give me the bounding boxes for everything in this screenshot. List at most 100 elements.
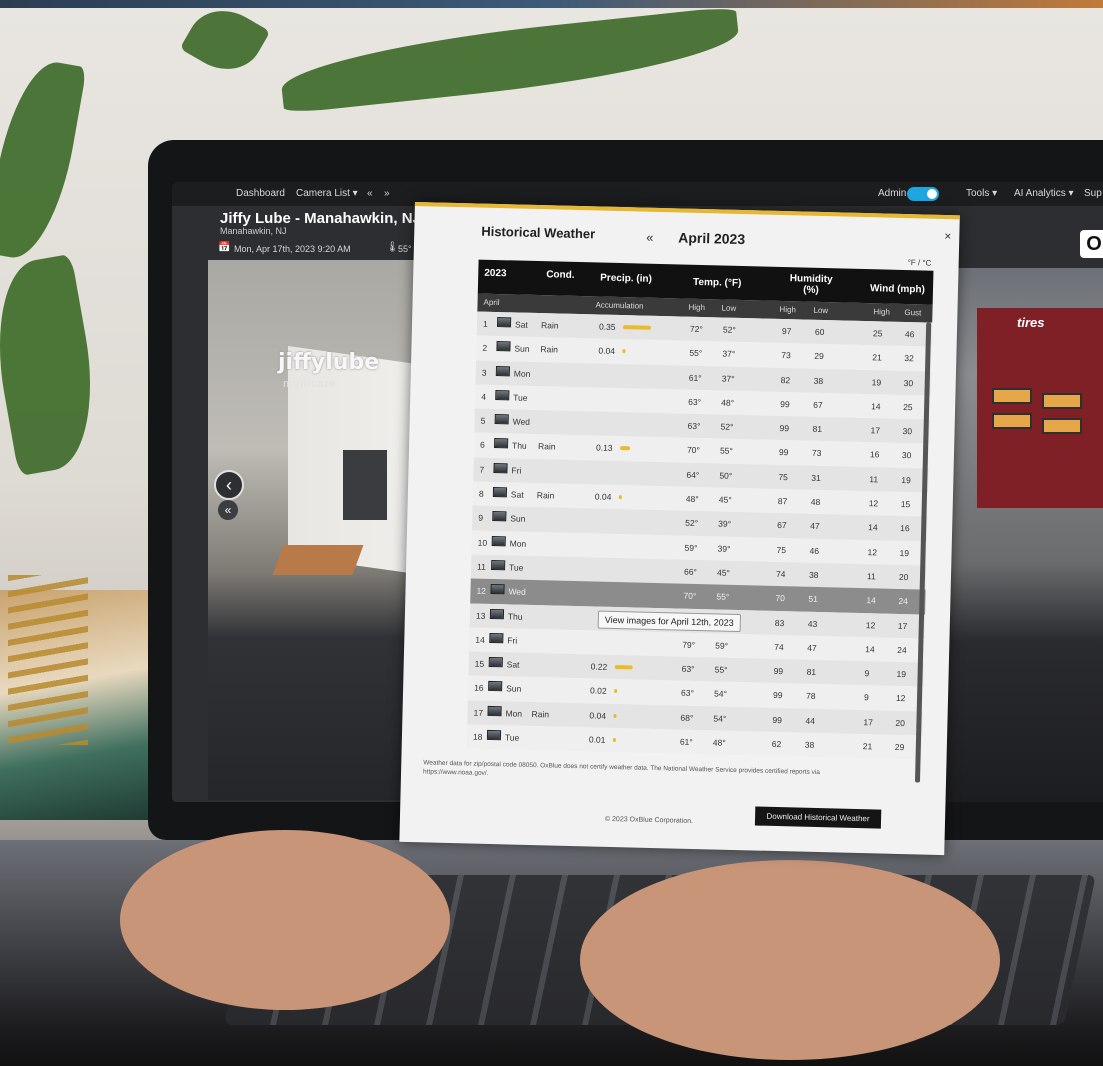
cell-thigh: 70° bbox=[686, 445, 700, 456]
cell-hlow: 46 bbox=[809, 545, 820, 556]
cell-whigh: 17 bbox=[870, 425, 881, 436]
cell-wgust: 20 bbox=[898, 571, 909, 583]
cell-hlow: 38 bbox=[808, 569, 819, 580]
cell-day: 1 bbox=[482, 318, 488, 329]
nav-prev-camera[interactable]: « bbox=[367, 188, 373, 199]
cell-wgust: 12 bbox=[895, 693, 906, 704]
cell-dow: Mon bbox=[509, 538, 527, 549]
cell-hhigh: 74 bbox=[774, 641, 784, 652]
cell-whigh: 21 bbox=[872, 352, 882, 363]
subheader-temp-low: Low bbox=[721, 303, 737, 313]
tire-bay bbox=[977, 308, 1103, 508]
plant-leaf bbox=[179, 0, 271, 84]
cell-whigh: 16 bbox=[869, 449, 880, 460]
weather-thumbnail-icon[interactable] bbox=[492, 511, 507, 522]
subheader-accumulation: Accumulation bbox=[595, 300, 644, 311]
weather-thumbnail-icon[interactable] bbox=[495, 365, 511, 376]
weather-thumbnail-icon[interactable] bbox=[496, 341, 511, 352]
table-body: 1 Sat 0.35 72° 52° 97 60 25 46 Rain 2 Sun 0.04 55° 37°… bbox=[466, 311, 933, 760]
cell-dow: Fri bbox=[507, 635, 518, 646]
cell-tlow: 52° bbox=[722, 324, 736, 335]
weather-thumbnail-icon[interactable] bbox=[491, 535, 506, 546]
cell-dow: Thu bbox=[511, 440, 527, 452]
cell-day: 16 bbox=[474, 683, 484, 694]
cell-hlow: 47 bbox=[810, 521, 820, 532]
close-icon[interactable]: × bbox=[944, 229, 951, 243]
weather-thumbnail-icon[interactable] bbox=[488, 681, 503, 692]
camera-image-right[interactable]: tires bbox=[942, 268, 1103, 802]
cell-hhigh: 75 bbox=[778, 471, 788, 482]
chevron-left-icon[interactable]: ‹ bbox=[214, 470, 244, 500]
cell-hlow: 38 bbox=[813, 375, 824, 386]
nav-next-camera[interactable]: » bbox=[384, 188, 390, 199]
weather-thumbnail-icon[interactable] bbox=[492, 487, 508, 498]
weather-thumbnail-icon[interactable] bbox=[493, 462, 508, 474]
cell-hhigh: 70 bbox=[775, 593, 786, 604]
cell-tlow: 59° bbox=[715, 640, 729, 651]
cell-wgust: 46 bbox=[904, 329, 915, 340]
cell-whigh: 19 bbox=[871, 376, 882, 388]
cell-thigh: 68° bbox=[680, 712, 694, 723]
cell-hlow: 78 bbox=[805, 691, 816, 702]
nav-admin-label: Admin bbox=[878, 188, 907, 199]
cell-dow: Sun bbox=[510, 513, 526, 525]
weather-thumbnail-icon[interactable] bbox=[490, 584, 505, 595]
weather-thumbnail-icon[interactable] bbox=[488, 657, 503, 668]
weather-thumbnail-icon[interactable] bbox=[494, 438, 509, 449]
nav-dashboard[interactable]: Dashboard bbox=[236, 188, 285, 199]
cell-wgust: 30 bbox=[902, 426, 913, 437]
cell-dow: Sun bbox=[506, 683, 522, 695]
nav-ai-analytics[interactable]: AI Analytics ▾ bbox=[1014, 188, 1074, 199]
cell-tlow: 37° bbox=[722, 348, 736, 360]
cell-precip: 0.35 bbox=[598, 321, 616, 332]
weather-thumbnail-icon[interactable] bbox=[489, 632, 504, 644]
weather-thumbnail-icon[interactable] bbox=[486, 729, 502, 741]
cell-thigh: 61° bbox=[688, 372, 702, 383]
nav-support[interactable]: Sup bbox=[1084, 188, 1102, 199]
precip-bar bbox=[618, 495, 623, 500]
download-historical-weather-button[interactable]: Download Historical Weather bbox=[754, 806, 882, 829]
left-hand bbox=[120, 830, 450, 1010]
cell-precip: 0.04 bbox=[589, 710, 607, 721]
cell-cond: Rain bbox=[537, 441, 556, 452]
weather-thumbnail-icon[interactable] bbox=[494, 414, 509, 425]
cell-day: 13 bbox=[475, 610, 486, 621]
cell-day: 7 bbox=[479, 464, 485, 475]
subheader-temp-high: High bbox=[688, 302, 706, 313]
cell-tlow: 39° bbox=[717, 543, 731, 554]
header-year: 2023 bbox=[484, 267, 507, 280]
cell-wgust: 24 bbox=[897, 644, 907, 656]
cell-whigh: 12 bbox=[867, 546, 878, 558]
unit-toggle[interactable]: °F / °C bbox=[908, 258, 932, 268]
cell-whigh: 11 bbox=[869, 473, 879, 485]
precip-bar bbox=[612, 738, 616, 743]
bay-window bbox=[1042, 393, 1082, 409]
cell-hlow: 44 bbox=[805, 715, 816, 726]
weather-thumbnail-icon[interactable] bbox=[496, 317, 512, 328]
weather-thumbnail-icon[interactable] bbox=[495, 389, 510, 401]
cell-wgust: 15 bbox=[900, 499, 911, 510]
cell-wgust: 25 bbox=[903, 401, 913, 413]
calendar-icon[interactable]: 📅 bbox=[218, 242, 230, 253]
weather-thumbnail-icon[interactable] bbox=[489, 608, 505, 619]
cell-day: 14 bbox=[475, 634, 485, 645]
prev-month-button[interactable]: « bbox=[646, 230, 654, 245]
cell-day: 8 bbox=[478, 488, 484, 499]
admin-toggle[interactable] bbox=[907, 187, 939, 201]
building-sign: jiffylube bbox=[278, 350, 380, 375]
cell-whigh: 9 bbox=[864, 668, 870, 679]
tires-sign: tires bbox=[1017, 315, 1045, 330]
weather-thumbnail-icon[interactable] bbox=[491, 559, 506, 571]
copyright: © 2023 OxBlue Corporation. bbox=[604, 815, 694, 825]
cell-dow: Tue bbox=[504, 732, 520, 743]
cell-tlow: 37° bbox=[721, 373, 735, 384]
camera-datetime: Mon, Apr 17th, 2023 9:20 AM bbox=[234, 244, 351, 254]
double-chevron-left-icon[interactable]: « bbox=[218, 500, 238, 520]
weather-thumbnail-icon[interactable] bbox=[487, 705, 502, 717]
nav-camera-list[interactable]: Camera List ▾ bbox=[296, 188, 358, 199]
camera-title: Jiffy Lube - Manahawkin, NJ bbox=[220, 210, 421, 227]
precip-bar bbox=[622, 349, 626, 354]
nav-tools[interactable]: Tools ▾ bbox=[966, 188, 997, 199]
cell-wgust: 19 bbox=[896, 669, 907, 680]
bay-window bbox=[1042, 418, 1082, 434]
